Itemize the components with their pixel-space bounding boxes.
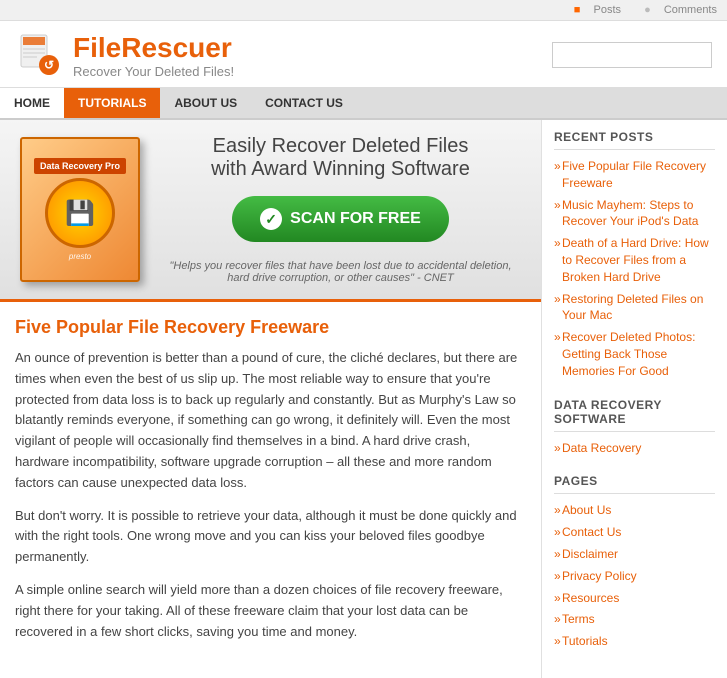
sidebar-data-recovery-link-1[interactable]: Data Recovery [554, 440, 715, 457]
rss-feed-link[interactable]: ■ Posts [564, 4, 624, 16]
article-paragraph-3: A simple online search will yield more t… [15, 580, 526, 642]
comments-label: Comments [664, 4, 717, 16]
pages-title: PAGES [554, 474, 715, 494]
recent-posts-title: RECENT POSTS [554, 130, 715, 150]
data-recovery-title: DATA RECOVERY SOFTWARE [554, 398, 715, 432]
search-input[interactable] [552, 42, 712, 68]
scan-button[interactable]: ✓ SCAN FOR FREE [232, 196, 449, 242]
posts-label: Posts [594, 4, 622, 16]
sidebar-recent-post-3[interactable]: Death of a Hard Drive: How to Recover Fi… [554, 235, 715, 285]
promo-banner: Data Recovery Pro 💾 presto Easily Recove… [0, 120, 541, 302]
sidebar-recent-posts: RECENT POSTS Five Popular File Recovery … [554, 130, 715, 380]
product-box: Data Recovery Pro 💾 presto [20, 137, 140, 282]
comment-icon: ● [644, 4, 651, 16]
sidebar-page-contact[interactable]: Contact Us [554, 524, 715, 541]
feed-icon: ■ [574, 4, 581, 16]
main-nav: HOME TUTORIALS ABOUT US CONTACT US [0, 88, 727, 120]
check-icon: ✓ [260, 208, 282, 230]
scan-button-label: SCAN FOR FREE [290, 210, 421, 228]
sidebar: RECENT POSTS Five Popular File Recovery … [542, 120, 727, 678]
sidebar-page-resources[interactable]: Resources [554, 590, 715, 607]
sidebar-recent-post-5[interactable]: Recover Deleted Photos: Getting Back Tho… [554, 329, 715, 379]
site-tagline: Recover Your Deleted Files! [73, 64, 234, 79]
banner-content: Easily Recover Deleted Files with Award … [160, 135, 521, 284]
main-container: Data Recovery Pro 💾 presto Easily Recove… [0, 120, 727, 678]
nav-item-home[interactable]: HOME [0, 88, 64, 118]
logo-area: ↺ FileRescuer Recover Your Deleted Files… [15, 31, 234, 79]
banner-quote: "Helps you recover files that have been … [160, 260, 521, 284]
article-paragraph-1: An ounce of prevention is better than a … [15, 348, 526, 494]
sidebar-pages: PAGES About Us Contact Us Disclaimer Pri… [554, 474, 715, 650]
comments-link[interactable]: ● Comments [634, 4, 717, 16]
sidebar-recent-post-1[interactable]: Five Popular File Recovery Freeware [554, 158, 715, 192]
sidebar-recent-post-4[interactable]: Restoring Deleted Files on Your Mac [554, 291, 715, 325]
article-title: Five Popular File Recovery Freeware [15, 317, 526, 338]
sidebar-data-recovery: DATA RECOVERY SOFTWARE Data Recovery [554, 398, 715, 457]
banner-headline: Easily Recover Deleted Files with Award … [160, 135, 521, 181]
nav-item-contact[interactable]: CONTACT US [251, 88, 357, 118]
sidebar-page-terms[interactable]: Terms [554, 611, 715, 628]
sidebar-page-about[interactable]: About Us [554, 502, 715, 519]
nav-item-tutorials[interactable]: TUTORIALS [64, 88, 160, 118]
svg-text:↺: ↺ [44, 58, 54, 72]
site-header: ↺ FileRescuer Recover Your Deleted Files… [0, 21, 727, 88]
top-bar: ■ Posts ● Comments [0, 0, 727, 21]
article-paragraph-2: But don't worry. It is possible to retri… [15, 506, 526, 568]
logo-text: FileRescuer Recover Your Deleted Files! [73, 32, 234, 79]
article: Five Popular File Recovery Freeware An o… [15, 317, 526, 642]
main-content: Data Recovery Pro 💾 presto Easily Recove… [0, 120, 542, 678]
site-title: FileRescuer [73, 32, 234, 64]
sidebar-page-privacy[interactable]: Privacy Policy [554, 568, 715, 585]
logo-icon: ↺ [15, 31, 63, 79]
sidebar-page-tutorials[interactable]: Tutorials [554, 633, 715, 650]
sidebar-page-disclaimer[interactable]: Disclaimer [554, 546, 715, 563]
article-body: An ounce of prevention is better than a … [15, 348, 526, 642]
nav-item-about[interactable]: ABOUT US [160, 88, 251, 118]
sidebar-recent-post-2[interactable]: Music Mayhem: Steps to Recover Your iPod… [554, 197, 715, 231]
